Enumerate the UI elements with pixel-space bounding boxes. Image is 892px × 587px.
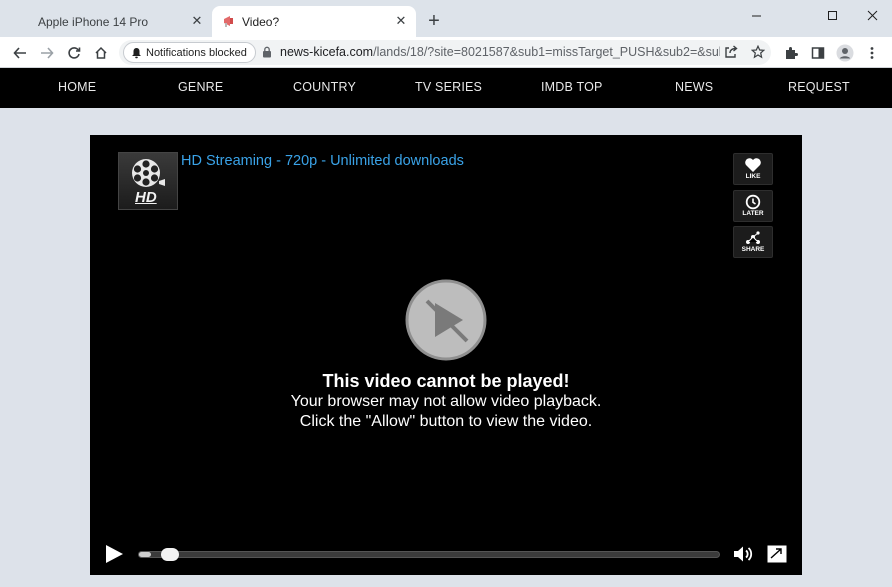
home-icon[interactable] bbox=[89, 41, 113, 65]
notifications-blocked-chip[interactable]: Notifications blocked bbox=[123, 42, 256, 63]
url-text[interactable]: news-kicefa.com/lands/18/?site=8021587&s… bbox=[280, 45, 720, 59]
play-icon[interactable] bbox=[104, 544, 124, 564]
share-button[interactable]: SHARE bbox=[733, 226, 773, 258]
nav-genre[interactable]: GENRE bbox=[178, 80, 223, 94]
browser-toolbar: Notifications blocked news-kicefa.com/la… bbox=[0, 37, 892, 68]
kebab-menu-icon[interactable] bbox=[860, 41, 884, 65]
share-page-icon[interactable] bbox=[719, 40, 743, 64]
progress-bar[interactable] bbox=[138, 548, 720, 561]
tab-title: Video? bbox=[242, 14, 280, 29]
video-player[interactable]: HD HD Streaming - 720p - Unlimited downl… bbox=[90, 135, 802, 575]
site-nav: HOME GENRE COUNTRY TV SERIES IMDB TOP NE… bbox=[0, 68, 892, 108]
tab-video[interactable]: Video? ✕ bbox=[212, 6, 416, 37]
fullscreen-icon[interactable] bbox=[767, 545, 787, 563]
share-icon bbox=[746, 231, 760, 244]
error-line-2: Click the "Allow" button to view the vid… bbox=[299, 413, 593, 430]
nav-tv-series[interactable]: TV SERIES bbox=[415, 80, 482, 94]
like-label: LIKE bbox=[745, 173, 761, 180]
reload-icon[interactable] bbox=[62, 41, 86, 65]
error-line-1: Your browser may not allow video playbac… bbox=[290, 393, 602, 410]
nav-imdb-top[interactable]: IMDB TOP bbox=[541, 80, 603, 94]
error-title: This video cannot be played! bbox=[322, 371, 570, 391]
player-title[interactable]: HD Streaming - 720p - Unlimited download… bbox=[181, 153, 464, 169]
minimize-icon[interactable] bbox=[736, 4, 776, 26]
share-label: SHARE bbox=[741, 246, 765, 253]
close-tab-icon[interactable]: ✕ bbox=[394, 13, 408, 28]
play-blocked-icon[interactable] bbox=[405, 279, 487, 361]
window-close-icon[interactable] bbox=[852, 4, 892, 26]
side-panel-icon[interactable] bbox=[806, 41, 830, 65]
tab-title: Apple iPhone 14 Pro bbox=[38, 14, 149, 29]
hd-film-thumbnail: HD bbox=[118, 152, 178, 210]
bookmark-star-icon[interactable] bbox=[746, 40, 770, 64]
nav-country[interactable]: COUNTRY bbox=[293, 80, 356, 94]
profile-avatar-icon[interactable] bbox=[833, 41, 857, 65]
new-tab-plus-icon[interactable]: + bbox=[424, 11, 444, 32]
bell-off-icon bbox=[132, 48, 141, 59]
like-button[interactable]: LIKE bbox=[733, 153, 773, 185]
maximize-icon[interactable] bbox=[812, 4, 852, 26]
address-bar[interactable]: Notifications blocked news-kicefa.com/la… bbox=[119, 40, 771, 65]
nav-news[interactable]: NEWS bbox=[675, 80, 713, 94]
nav-request[interactable]: REQUEST bbox=[788, 80, 850, 94]
back-arrow-icon[interactable] bbox=[8, 41, 32, 65]
extensions-puzzle-icon[interactable] bbox=[779, 41, 803, 65]
close-tab-icon[interactable]: ✕ bbox=[190, 13, 204, 28]
watch-later-button[interactable]: LATER bbox=[733, 190, 773, 222]
progress-fill bbox=[139, 552, 151, 557]
forward-arrow-icon[interactable] bbox=[35, 41, 59, 65]
hd-label: HD bbox=[135, 189, 157, 206]
volume-icon[interactable] bbox=[733, 545, 755, 563]
heart-icon bbox=[745, 158, 761, 172]
player-controls bbox=[90, 535, 802, 575]
notifications-blocked-label: Notifications blocked bbox=[146, 46, 247, 59]
clock-icon bbox=[745, 194, 761, 210]
tab-apple-iphone[interactable]: Apple iPhone 14 Pro ✕ bbox=[8, 6, 212, 37]
later-label: LATER bbox=[742, 210, 764, 217]
megaphone-favicon-icon bbox=[224, 16, 233, 27]
nav-home[interactable]: HOME bbox=[58, 80, 96, 94]
progress-handle[interactable] bbox=[160, 548, 179, 561]
lock-icon[interactable] bbox=[262, 46, 272, 58]
tab-strip: Apple iPhone 14 Pro ✕ Video? ✕ + bbox=[0, 0, 892, 37]
